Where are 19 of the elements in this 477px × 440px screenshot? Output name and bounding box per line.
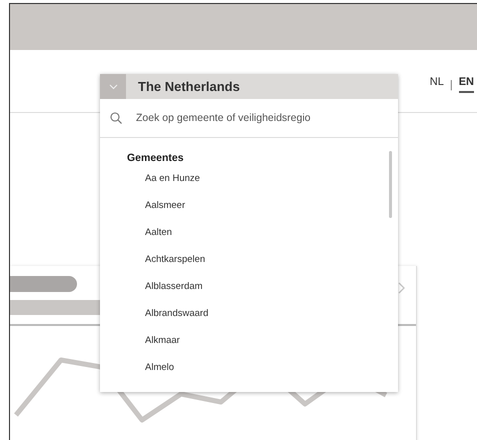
municipality-option[interactable]: Almelo	[145, 361, 174, 388]
municipality-option[interactable]: Aa en Hunze	[145, 172, 200, 199]
municipality-option[interactable]: Aalsmeer	[145, 199, 186, 226]
municipality-option[interactable]: Alkmaar	[145, 334, 180, 361]
language-option[interactable]: NL	[430, 76, 444, 93]
municipality-option[interactable]: Alblasserdam	[145, 280, 203, 307]
search-field[interactable]: Zoek op gemeente of veiligheidsregio	[136, 109, 392, 127]
chevron-right-icon[interactable]	[398, 282, 405, 294]
chevron-down-icon	[100, 74, 126, 99]
title-placeholder-bar	[10, 276, 77, 292]
group-heading: Gemeentes	[127, 152, 185, 166]
municipality-option[interactable]: Aalten	[145, 226, 172, 253]
municipality-option[interactable]: Albrandswaard	[145, 307, 208, 334]
region-select[interactable]: The Netherlands	[100, 74, 398, 99]
search-icon	[110, 112, 122, 124]
language-option[interactable]: EN	[458, 76, 474, 93]
municipality-option[interactable]: Achtkarspelen	[145, 253, 206, 280]
language-separator: |	[450, 78, 453, 90]
scrollbar-thumb[interactable]	[389, 151, 392, 218]
